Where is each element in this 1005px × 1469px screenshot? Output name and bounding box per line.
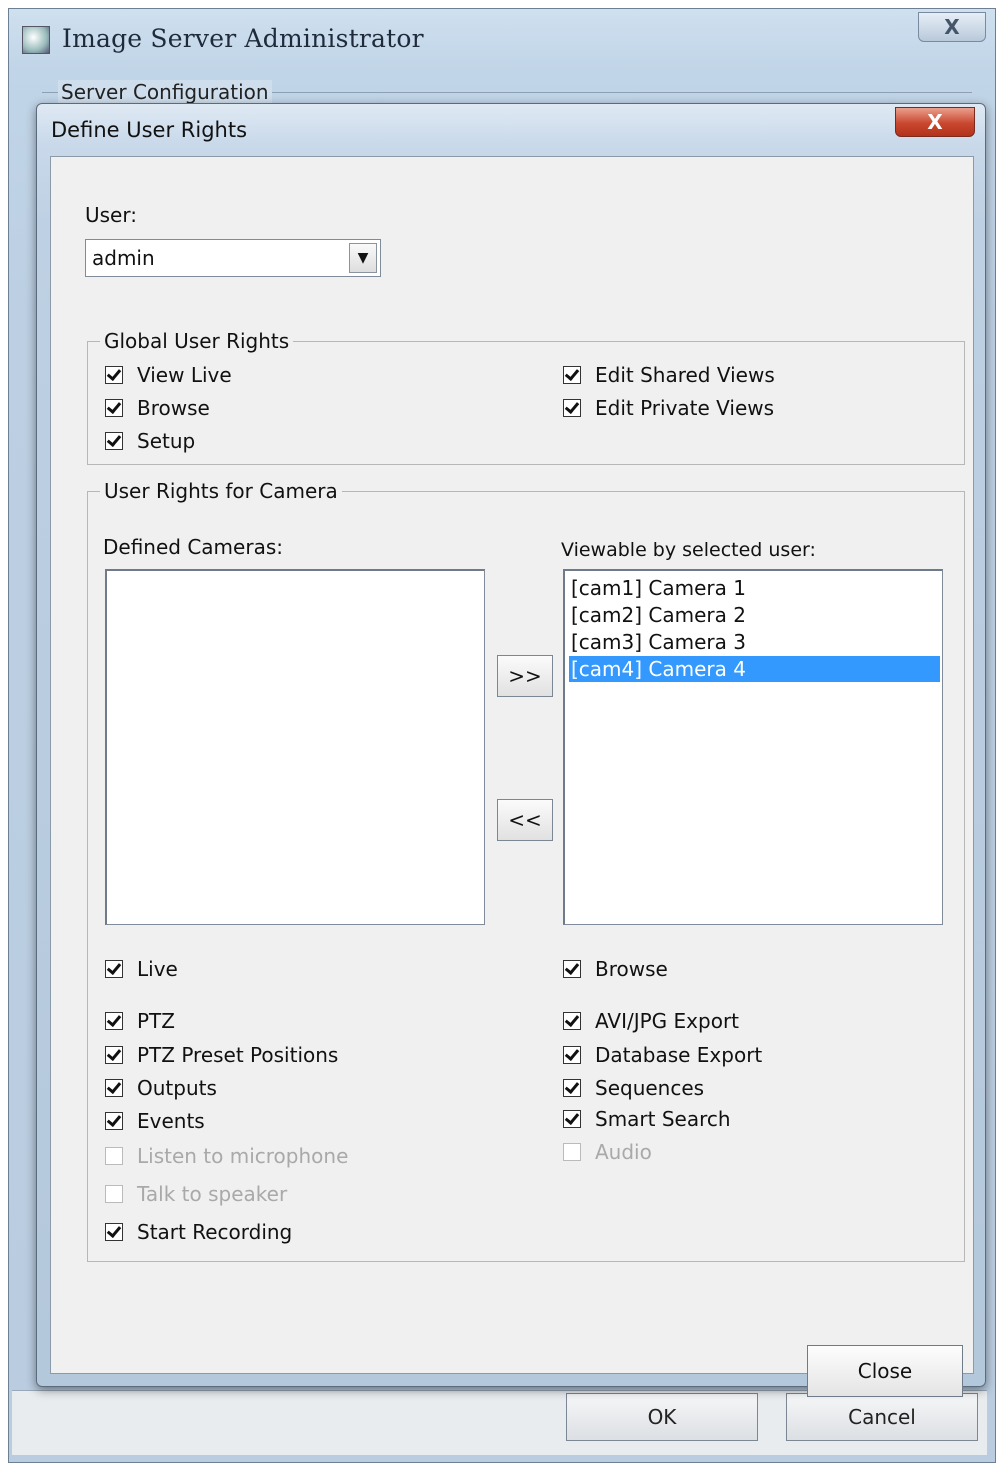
checkbox-checked-icon[interactable] [105, 960, 123, 978]
checkbox-setup[interactable]: Setup [105, 429, 195, 453]
camera-list-item[interactable]: [cam3] Camera 3 [569, 629, 940, 655]
checkbox-browse[interactable]: Browse [563, 957, 668, 981]
dialog-client-area: User: admin ▼ Global User Rights User Ri… [50, 156, 974, 1397]
chevron-down-icon[interactable]: ▼ [349, 243, 377, 273]
user-label: User: [85, 203, 137, 227]
checkbox-sequences[interactable]: Sequences [563, 1076, 704, 1100]
global-user-rights-legend: Global User Rights [104, 329, 290, 353]
checkbox-checked-icon[interactable] [563, 1012, 581, 1030]
checkbox-label: Edit Private Views [595, 396, 775, 420]
remove-camera-button[interactable]: << [497, 799, 553, 841]
close-button[interactable]: Close [807, 1345, 963, 1397]
app-icon [22, 26, 50, 54]
viewable-cameras-label: Viewable by selected user: [561, 539, 816, 561]
checkbox-edit-shared-views[interactable]: Edit Shared Views [563, 363, 775, 387]
camera-rights-legend: User Rights for Camera [104, 479, 338, 503]
outer-window-title: Image Server Administrator [62, 24, 424, 53]
checkbox-checked-icon[interactable] [563, 960, 581, 978]
checkbox-ptz-preset-positions[interactable]: PTZ Preset Positions [105, 1043, 338, 1067]
checkbox-label: Outputs [137, 1076, 217, 1100]
checkbox-label: Live [137, 957, 178, 981]
checkbox-checked-icon[interactable] [563, 1046, 581, 1064]
checkbox-view-live[interactable]: View Live [105, 363, 232, 387]
dialog-close-button[interactable]: X [895, 107, 975, 137]
cancel-button[interactable]: Cancel [786, 1393, 978, 1441]
server-config-label: Server Configuration [58, 80, 272, 104]
user-select-value: admin [92, 246, 155, 270]
add-camera-button[interactable]: >> [497, 655, 553, 697]
checkbox-label: Browse [595, 957, 668, 981]
checkbox-unchecked-icon [563, 1143, 581, 1161]
checkbox-label: Talk to speaker [137, 1182, 288, 1206]
checkbox-live[interactable]: Live [105, 957, 178, 981]
checkbox-label: Audio [595, 1140, 652, 1164]
viewable-cameras-list[interactable]: [cam1] Camera 1 [cam2] Camera 2 [cam3] Cam… [563, 569, 943, 925]
checkbox-label: Events [137, 1109, 205, 1133]
checkbox-label: Smart Search [595, 1107, 731, 1131]
dialog-title: Define User Rights [51, 118, 248, 142]
checkbox-events[interactable]: Events [105, 1109, 205, 1133]
define-user-rights-dialog: Define User Rights X User: admin ▼ Globa… [36, 103, 986, 1397]
checkbox-checked-icon[interactable] [105, 1223, 123, 1241]
checkbox-ptz[interactable]: PTZ [105, 1009, 175, 1033]
checkbox-listen-to-microphone: Listen to microphone [105, 1144, 348, 1168]
checkbox-checked-icon[interactable] [563, 1110, 581, 1128]
checkbox-checked-icon[interactable] [105, 1046, 123, 1064]
checkbox-checked-icon[interactable] [105, 399, 123, 417]
checkbox-outputs[interactable]: Outputs [105, 1076, 217, 1100]
checkbox-unchecked-icon [105, 1185, 123, 1203]
checkbox-unchecked-icon [105, 1147, 123, 1165]
checkbox-browse[interactable]: Browse [105, 396, 210, 420]
checkbox-checked-icon[interactable] [105, 366, 123, 384]
camera-list-item[interactable]: [cam2] Camera 2 [569, 602, 940, 628]
defined-cameras-list[interactable] [105, 569, 485, 925]
checkbox-checked-icon[interactable] [105, 432, 123, 450]
checkbox-label: PTZ [137, 1009, 175, 1033]
camera-list-item[interactable]: [cam1] Camera 1 [569, 575, 940, 601]
camera-list-item[interactable]: [cam4] Camera 4 [569, 656, 940, 682]
checkbox-checked-icon[interactable] [105, 1112, 123, 1130]
checkbox-edit-private-views[interactable]: Edit Private Views [563, 396, 774, 420]
ok-button[interactable]: OK [566, 1393, 758, 1441]
checkbox-start-recording[interactable]: Start Recording [105, 1220, 292, 1244]
checkbox-checked-icon[interactable] [105, 1079, 123, 1097]
checkbox-checked-icon[interactable] [105, 1012, 123, 1030]
checkbox-checked-icon[interactable] [563, 399, 581, 417]
checkbox-checked-icon[interactable] [563, 366, 581, 384]
checkbox-label: View Live [137, 363, 232, 387]
checkbox-database-export[interactable]: Database Export [563, 1043, 762, 1067]
checkbox-talk-to-speaker: Talk to speaker [105, 1182, 287, 1206]
defined-cameras-label: Defined Cameras: [103, 535, 283, 559]
checkbox-label: Database Export [595, 1043, 763, 1067]
outer-close-button[interactable]: X [918, 12, 986, 42]
checkbox-avi-jpg-export[interactable]: AVI/JPG Export [563, 1009, 739, 1033]
checkbox-label: Sequences [595, 1076, 705, 1100]
checkbox-label: Start Recording [137, 1220, 293, 1244]
checkbox-label: PTZ Preset Positions [137, 1043, 339, 1067]
checkbox-audio: Audio [563, 1140, 652, 1164]
checkbox-checked-icon[interactable] [563, 1079, 581, 1097]
user-select[interactable]: admin ▼ [85, 239, 381, 277]
checkbox-label: AVI/JPG Export [595, 1009, 740, 1033]
checkbox-label: Browse [137, 396, 210, 420]
checkbox-label: Edit Shared Views [595, 363, 775, 387]
global-user-rights-group: Global User Rights [87, 329, 965, 465]
checkbox-label: Listen to microphone [137, 1144, 349, 1168]
checkbox-smart-search[interactable]: Smart Search [563, 1107, 731, 1131]
checkbox-label: Setup [137, 429, 196, 453]
